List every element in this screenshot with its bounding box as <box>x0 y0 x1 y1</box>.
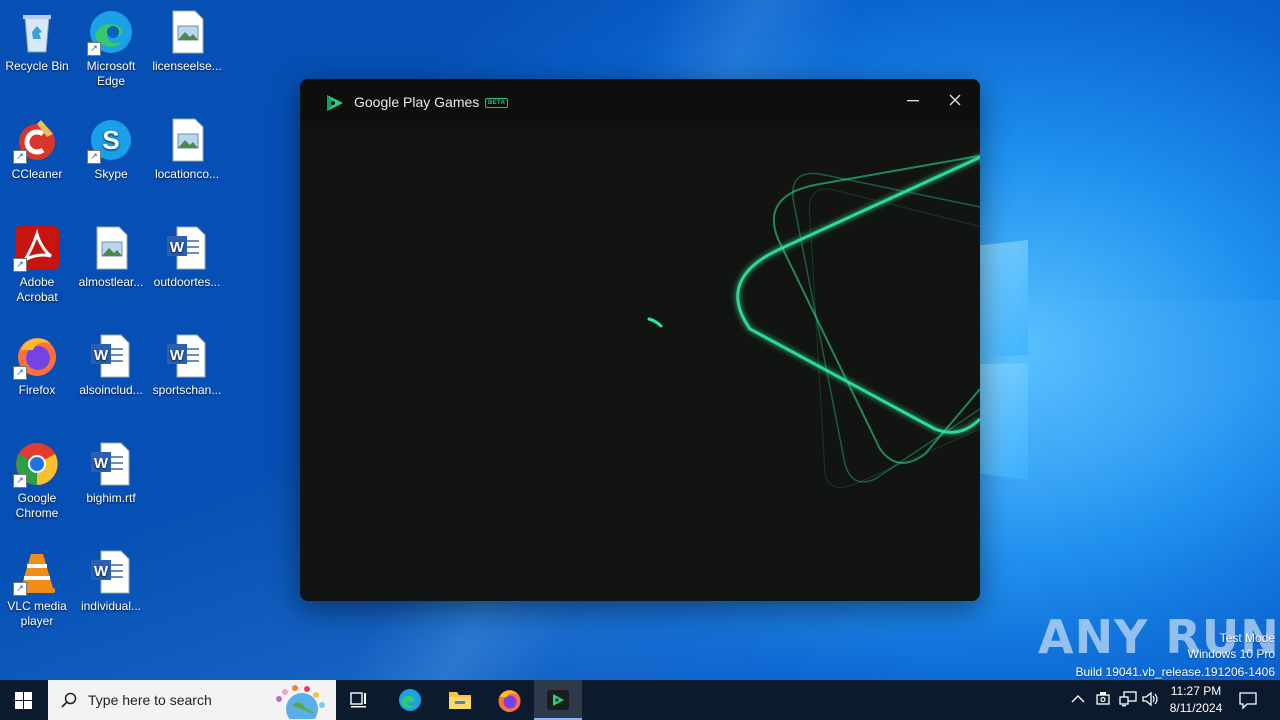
network-icon[interactable] <box>1119 691 1137 707</box>
taskbar: Type here to search 11:27 PM 8/11/2024 <box>0 680 1280 720</box>
watermark-edition: Windows 10 Pro <box>1187 647 1275 661</box>
taskbar-clock[interactable]: 11:27 PM 8/11/2024 <box>1160 683 1232 717</box>
word-document-icon: W <box>163 224 211 272</box>
skype-icon: S ↗ <box>87 116 135 164</box>
firefox-icon <box>498 690 521 712</box>
volume-icon[interactable] <box>1142 691 1160 707</box>
desktop-icon-adobe-acrobat[interactable]: ↗ Adobe Acrobat <box>0 224 74 305</box>
icon-label: Google Chrome <box>15 491 59 520</box>
google-play-games-window[interactable]: Google Play Games BETA <box>300 79 980 601</box>
desktop-icon-recycle-bin[interactable]: Recycle Bin <box>0 8 74 74</box>
search-highlight-illustration-icon <box>276 685 325 719</box>
image-file-icon <box>163 8 211 56</box>
word-document-icon: W <box>87 332 135 380</box>
image-file-icon <box>163 116 211 164</box>
desktop-icon-outdoortes[interactable]: W outdoortes... <box>150 224 224 290</box>
minimize-icon <box>907 100 919 102</box>
clock-date: 8/11/2024 <box>1169 701 1223 715</box>
show-hidden-icons-icon[interactable] <box>1071 694 1085 704</box>
search-icon <box>61 692 77 708</box>
edge-icon: ↗ <box>87 8 135 56</box>
icon-label: bighim.rtf <box>86 491 136 505</box>
desktop-icon-individual[interactable]: W individual... <box>74 548 148 614</box>
word-document-icon: W <box>87 440 135 488</box>
word-document-icon: W <box>163 332 211 380</box>
desktop-icon-sportschan[interactable]: W sportschan... <box>150 332 224 398</box>
clock-time: 11:27 PM <box>1170 684 1222 698</box>
beta-badge: BETA <box>485 98 509 108</box>
device-tray-icon[interactable] <box>1095 691 1111 707</box>
icon-label: Skype <box>94 167 128 181</box>
firefox-icon: ↗ <box>13 332 61 380</box>
taskbar-search-box[interactable]: Type here to search <box>48 680 336 720</box>
watermark-build: Build 19041.vb_release.191206-1406 <box>1075 665 1276 679</box>
acrobat-icon: ↗ <box>13 224 61 272</box>
task-view-button[interactable] <box>336 680 384 720</box>
icon-label: individual... <box>80 599 142 613</box>
loading-spinner <box>647 317 663 328</box>
svg-text:W: W <box>94 455 109 472</box>
chrome-icon: ↗ <box>13 440 61 488</box>
icon-label: locationco... <box>154 167 220 181</box>
taskbar-google-play-games[interactable] <box>534 680 582 720</box>
svg-text:W: W <box>170 239 185 256</box>
file-explorer-icon <box>449 692 471 709</box>
icon-label: alsoinclud... <box>79 383 143 397</box>
desktop-icon-skype[interactable]: S ↗ Skype <box>74 116 148 182</box>
desktop-icon-almostlear[interactable]: almostlear... <box>74 224 148 290</box>
desktop-icon-ccleaner[interactable]: ↗ CCleaner <box>0 116 74 182</box>
icon-label: outdoortes... <box>153 275 221 289</box>
icon-label: VLC media player <box>7 599 67 628</box>
icon-label: Adobe Acrobat <box>16 275 58 304</box>
taskbar-edge[interactable] <box>386 680 434 720</box>
decorative-triangles <box>647 154 980 488</box>
watermark-test-mode: Test Mode <box>1219 631 1275 645</box>
desktop-icon-licenseelse[interactable]: licenseelse... <box>150 8 224 74</box>
title-bar[interactable]: Google Play Games BETA <box>300 79 980 127</box>
start-button[interactable] <box>0 680 48 720</box>
desktop-icon-vlc-media-player[interactable]: ↗ VLC media player <box>0 548 74 629</box>
icon-label: sportschan... <box>152 383 222 397</box>
desktop-icon-alsoinclud[interactable]: W alsoinclud... <box>74 332 148 398</box>
icon-label: Microsoft Edge <box>86 59 136 88</box>
vlc-icon: ↗ <box>13 548 61 596</box>
close-icon <box>949 94 961 106</box>
icon-label: Recycle Bin <box>5 59 69 73</box>
desktop-icon-firefox[interactable]: ↗ Firefox <box>0 332 74 398</box>
svg-text:W: W <box>94 563 109 580</box>
desktop-icon-locationco[interactable]: locationco... <box>150 116 224 182</box>
window-title: Google Play Games <box>354 94 480 110</box>
action-center-icon[interactable] <box>1238 690 1258 710</box>
taskbar-firefox[interactable] <box>486 680 534 720</box>
edge-icon <box>399 689 421 711</box>
icon-label: almostlear... <box>78 275 144 289</box>
ccleaner-icon: ↗ <box>13 116 61 164</box>
svg-text:W: W <box>170 347 185 364</box>
svg-text:W: W <box>94 347 109 364</box>
google-play-games-icon <box>547 690 569 710</box>
desktop-icon-google-chrome[interactable]: ↗ Google Chrome <box>0 440 74 521</box>
start-icon <box>15 692 32 709</box>
image-file-icon <box>87 224 135 272</box>
desktop-icon-bighim[interactable]: W bighim.rtf <box>74 440 148 506</box>
google-play-games-logo-icon <box>327 95 343 111</box>
desktop-icon-microsoft-edge[interactable]: ↗ Microsoft Edge <box>74 8 148 89</box>
svg-text:S: S <box>102 125 119 155</box>
icon-label: licenseelse... <box>152 59 222 73</box>
icon-label: Firefox <box>18 383 56 397</box>
icon-label: CCleaner <box>11 167 63 181</box>
close-button[interactable] <box>942 91 968 115</box>
taskbar-file-explorer[interactable] <box>436 680 484 720</box>
word-document-icon: W <box>87 548 135 596</box>
recycle-bin-icon <box>13 8 61 56</box>
minimize-button[interactable] <box>900 91 926 115</box>
task-view-icon <box>350 692 366 708</box>
search-placeholder: Type here to search <box>88 692 212 708</box>
